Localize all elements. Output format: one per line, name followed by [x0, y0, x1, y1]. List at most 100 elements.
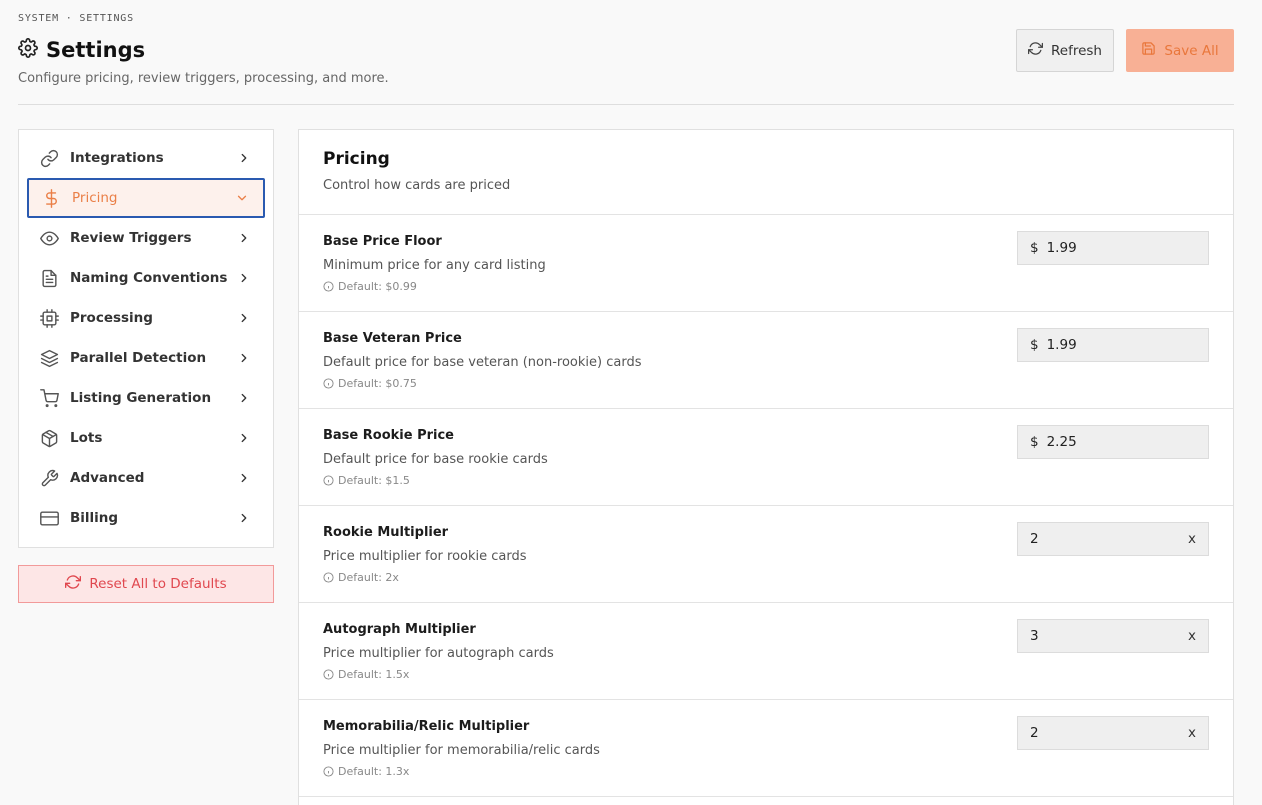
- input-value: 1.99: [1046, 240, 1077, 256]
- base-price-floor-input[interactable]: $ 1.99: [1017, 231, 1209, 265]
- wrench-icon: [39, 468, 59, 488]
- layers-icon: [39, 348, 59, 368]
- box-icon: [39, 428, 59, 448]
- sidebar-item-label: Pricing: [72, 190, 118, 206]
- setting-default-text: Default: $1.5: [338, 474, 410, 487]
- setting-default: Default: $0.75: [323, 377, 417, 390]
- currency-prefix: $: [1030, 337, 1039, 353]
- input-value: 1.99: [1046, 337, 1077, 353]
- refresh-icon: [1028, 41, 1043, 60]
- page-title: Settings: [46, 38, 146, 62]
- save-all-button[interactable]: Save All: [1126, 29, 1234, 72]
- memorabilia-multiplier-input[interactable]: 2 x: [1017, 716, 1209, 750]
- setting-default: Default: 1.3x: [323, 765, 409, 778]
- document-icon: [39, 268, 59, 288]
- sidebar-item-listing-generation[interactable]: Listing Generation: [27, 378, 265, 418]
- setting-default: Default: $0.99: [323, 280, 417, 293]
- refresh-button[interactable]: Refresh: [1016, 29, 1114, 72]
- refresh-icon: [65, 574, 82, 594]
- setting-row-base-rookie-price: Base Rookie Price Default price for base…: [299, 409, 1233, 506]
- setting-description: Price multiplier for rookie cards: [323, 549, 527, 564]
- cpu-icon: [39, 308, 59, 328]
- chevron-right-icon: [241, 513, 247, 523]
- page-header: Settings: [18, 38, 145, 62]
- info-icon: [323, 669, 334, 680]
- info-icon: [323, 281, 334, 292]
- setting-row-rookie-multiplier: Rookie Multiplier Price multiplier for r…: [299, 506, 1233, 603]
- chevron-right-icon: [241, 353, 247, 363]
- sidebar-item-label: Review Triggers: [70, 230, 192, 246]
- autograph-multiplier-input[interactable]: 3 x: [1017, 619, 1209, 653]
- header-divider: [18, 104, 1234, 105]
- sidebar-item-label: Processing: [70, 310, 153, 326]
- chevron-right-icon: [241, 473, 247, 483]
- reset-all-label: Reset All to Defaults: [89, 576, 227, 592]
- input-value: 3: [1030, 628, 1039, 644]
- setting-description: Default price for base veteran (non-rook…: [323, 355, 642, 370]
- setting-description: Minimum price for any card listing: [323, 258, 546, 273]
- sidebar-item-label: Parallel Detection: [70, 350, 207, 366]
- currency-prefix: $: [1030, 240, 1039, 256]
- sidebar-item-parallel-detection[interactable]: Parallel Detection: [27, 338, 265, 378]
- info-icon: [323, 766, 334, 777]
- setting-default: Default: $1.5: [323, 474, 410, 487]
- chevron-right-icon: [241, 153, 247, 163]
- sidebar-item-label: Integrations: [70, 150, 164, 166]
- breadcrumb: SYSTEM · SETTINGS: [18, 13, 134, 24]
- cart-icon: [39, 388, 59, 408]
- sidebar-item-label: Naming Conventions: [70, 270, 228, 286]
- page-subtitle: Configure pricing, review triggers, proc…: [18, 71, 389, 86]
- rookie-multiplier-input[interactable]: 2 x: [1017, 522, 1209, 556]
- settings-sidebar: Integrations Pricing Review Triggers Nam…: [18, 129, 274, 548]
- setting-description: Price multiplier for memorabilia/relic c…: [323, 743, 600, 758]
- sidebar-item-pricing[interactable]: Pricing: [27, 178, 265, 218]
- setting-row-memorabilia-multiplier: Memorabilia/Relic Multiplier Price multi…: [299, 700, 1233, 797]
- save-all-label: Save All: [1164, 42, 1219, 59]
- gear-icon: [18, 38, 38, 62]
- base-veteran-price-input[interactable]: $ 1.99: [1017, 328, 1209, 362]
- sidebar-item-advanced[interactable]: Advanced: [27, 458, 265, 498]
- setting-default-text: Default: $0.75: [338, 377, 417, 390]
- sidebar-item-label: Lots: [70, 430, 103, 446]
- setting-label: Base Rookie Price: [323, 428, 454, 443]
- panel-subtitle: Control how cards are priced: [323, 178, 511, 193]
- multiplier-suffix: x: [1188, 628, 1196, 644]
- setting-label: Base Veteran Price: [323, 331, 462, 346]
- sidebar-item-lots[interactable]: Lots: [27, 418, 265, 458]
- sidebar-item-label: Billing: [70, 510, 119, 526]
- setting-label: Autograph Multiplier: [323, 622, 476, 637]
- input-value: 2.25: [1046, 434, 1077, 450]
- sidebar-item-integrations[interactable]: Integrations: [27, 138, 265, 178]
- setting-default-text: Default: $0.99: [338, 280, 417, 293]
- setting-default: Default: 2x: [323, 571, 399, 584]
- sidebar-item-review-triggers[interactable]: Review Triggers: [27, 218, 265, 258]
- setting-label: Memorabilia/Relic Multiplier: [323, 719, 530, 734]
- sidebar-item-label: Advanced: [70, 470, 145, 486]
- input-value: 2: [1030, 725, 1039, 741]
- info-icon: [323, 475, 334, 486]
- sidebar-item-billing[interactable]: Billing: [27, 498, 265, 538]
- chevron-right-icon: [241, 393, 247, 403]
- eye-icon: [39, 228, 59, 248]
- base-rookie-price-input[interactable]: $ 2.25: [1017, 425, 1209, 459]
- card-icon: [39, 508, 59, 528]
- sidebar-item-naming-conventions[interactable]: Naming Conventions: [27, 258, 265, 298]
- setting-description: Price multiplier for autograph cards: [323, 646, 554, 661]
- chevron-right-icon: [241, 313, 247, 323]
- setting-default: Default: 1.5x: [323, 668, 409, 681]
- refresh-label: Refresh: [1051, 42, 1102, 59]
- setting-label: Rookie Multiplier: [323, 525, 449, 540]
- reset-all-button[interactable]: Reset All to Defaults: [18, 565, 274, 603]
- chevron-right-icon: [241, 273, 247, 283]
- input-value: 2: [1030, 531, 1039, 547]
- pricing-panel: Pricing Control how cards are priced Bas…: [298, 129, 1234, 805]
- sidebar-item-label: Listing Generation: [70, 390, 212, 406]
- chevron-down-icon: [237, 195, 247, 201]
- setting-label: Base Price Floor: [323, 234, 442, 249]
- setting-row-base-price-floor: Base Price Floor Minimum price for any c…: [299, 215, 1233, 312]
- currency-prefix: $: [1030, 434, 1039, 450]
- save-icon: [1141, 41, 1156, 60]
- sidebar-item-processing[interactable]: Processing: [27, 298, 265, 338]
- setting-default-text: Default: 1.3x: [338, 765, 410, 778]
- info-icon: [323, 378, 334, 389]
